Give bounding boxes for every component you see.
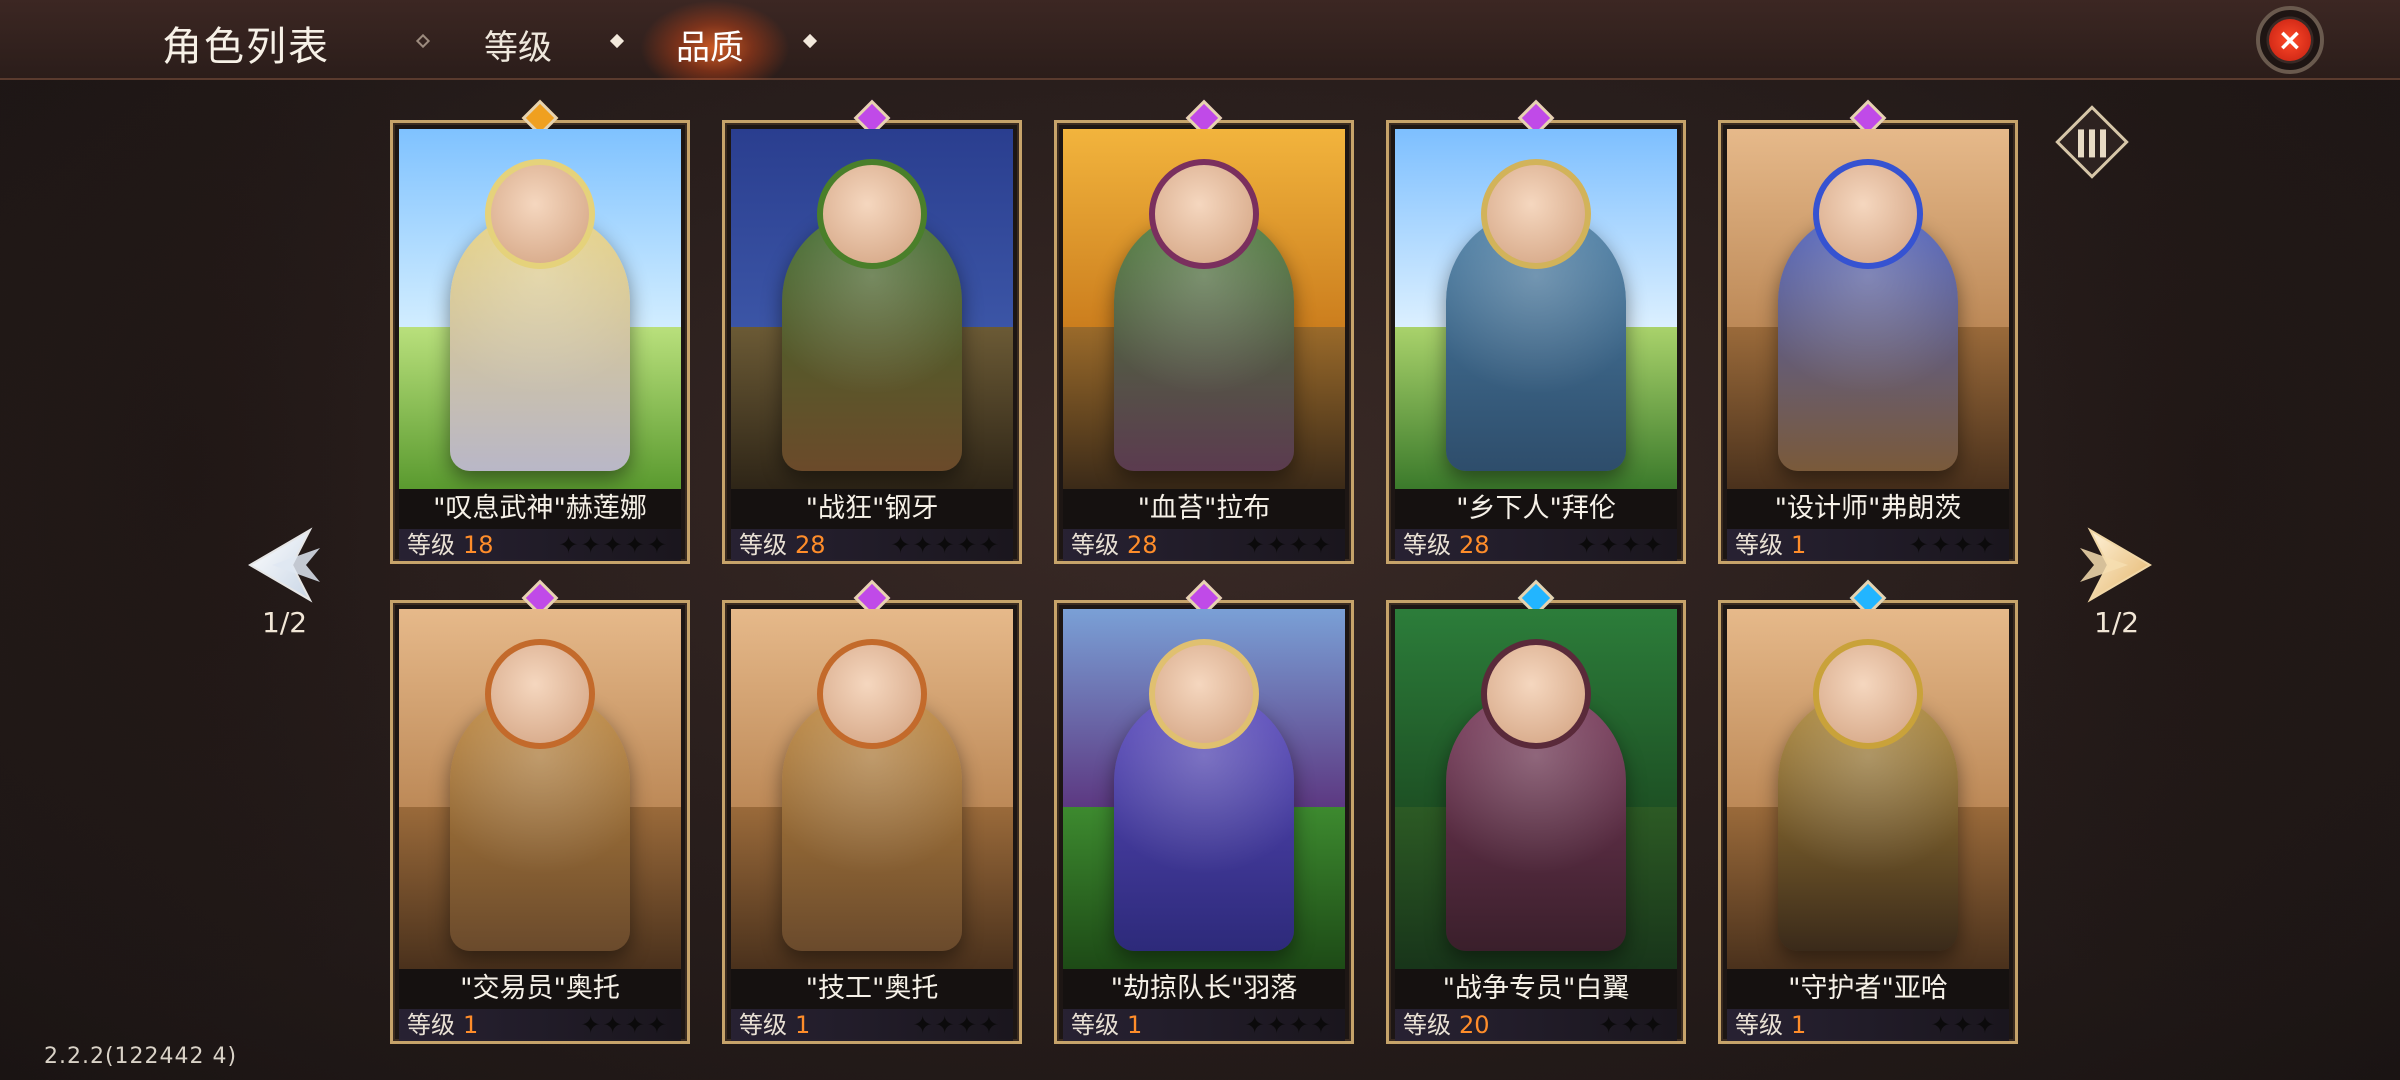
star-rating: ✦✦✦✦: [1576, 531, 1665, 559]
character-name: "交易员"奥托: [399, 969, 681, 1009]
level-label: 等级: [739, 1011, 787, 1039]
tab-separator: [609, 33, 625, 49]
next-page-arrow-icon[interactable]: [2070, 520, 2160, 610]
star-rating: ✦✦✦✦: [912, 1011, 1001, 1039]
character-card[interactable]: "血苔"拉布 等级 28 ✦✦✦✦: [1054, 99, 1354, 564]
star-rating: ✦✦✦✦: [1908, 531, 1997, 559]
level-value: 1: [795, 1011, 811, 1039]
level-label: 等级: [1403, 531, 1451, 559]
page-title: 角色列表: [162, 24, 330, 70]
level-label: 等级: [1071, 531, 1119, 559]
character-card[interactable]: "设计师"弗朗茨 等级 1 ✦✦✦✦: [1718, 99, 2018, 564]
character-card[interactable]: "战争专员"白翼 等级 20 ✦✦✦: [1386, 579, 1686, 1044]
star-rating: ✦✦✦✦: [580, 1011, 669, 1039]
filter-icon: [2078, 129, 2106, 158]
character-meta: 等级 1 ✦✦✦✦: [1727, 529, 2009, 561]
level-label: 等级: [1403, 1011, 1451, 1039]
character-name: "设计师"弗朗茨: [1727, 489, 2009, 529]
character-portrait: [1063, 129, 1345, 489]
character-card[interactable]: "叹息武神"赫莲娜 等级 18 ✦✦✦✦✦: [390, 99, 690, 564]
star-rating: ✦✦✦✦: [1244, 1011, 1333, 1039]
star-rating: ✦✦✦: [1598, 1011, 1665, 1039]
character-name: "乡下人"拜伦: [1395, 489, 1677, 529]
character-name: "血苔"拉布: [1063, 489, 1345, 529]
star-rating: ✦✦✦✦✦: [890, 531, 1001, 559]
star-rating: ✦✦✦✦✦: [558, 531, 669, 559]
character-portrait: [399, 609, 681, 969]
background-right: [2000, 80, 2400, 1060]
character-meta: 等级 18 ✦✦✦✦✦: [399, 529, 681, 561]
character-name: "战狂"钢牙: [731, 489, 1013, 529]
character-portrait: [731, 609, 1013, 969]
close-icon: ×: [2269, 19, 2311, 61]
background-left: [0, 80, 400, 1060]
level-label: 等级: [1735, 1011, 1783, 1039]
top-bar: 角色列表 等级 品质 ×: [0, 0, 2400, 80]
character-meta: 等级 28 ✦✦✦✦✦: [731, 529, 1013, 561]
character-meta: 等级 20 ✦✦✦: [1395, 1009, 1677, 1041]
version-label: 2.2.2(122442 4): [44, 1044, 238, 1069]
level-label: 等级: [407, 1011, 455, 1039]
character-meta: 等级 28 ✦✦✦✦: [1395, 529, 1677, 561]
character-meta: 等级 1 ✦✦✦✦: [731, 1009, 1013, 1041]
tab-level[interactable]: 等级: [484, 20, 552, 69]
level-value: 28: [1459, 531, 1490, 559]
tab-quality[interactable]: 品质: [676, 20, 744, 69]
character-name: "守护者"亚哈: [1727, 969, 2009, 1009]
star-rating: ✦✦✦: [1930, 1011, 1997, 1039]
tab-separator: [415, 33, 431, 49]
character-name: "战争专员"白翼: [1395, 969, 1677, 1009]
character-meta: 等级 1 ✦✦✦✦: [399, 1009, 681, 1041]
character-meta: 等级 1 ✦✦✦: [1727, 1009, 2009, 1041]
level-label: 等级: [1735, 531, 1783, 559]
character-portrait: [1063, 609, 1345, 969]
level-value: 1: [1127, 1011, 1143, 1039]
page-indicator-right: 1/2: [2094, 606, 2140, 639]
level-value: 18: [463, 531, 494, 559]
level-value: 1: [1791, 1011, 1807, 1039]
tab-separator: [802, 33, 818, 49]
character-portrait: [731, 129, 1013, 489]
character-portrait: [1395, 129, 1677, 489]
character-card[interactable]: "乡下人"拜伦 等级 28 ✦✦✦✦: [1386, 99, 1686, 564]
character-portrait: [1727, 129, 2009, 489]
character-portrait: [1395, 609, 1677, 969]
level-label: 等级: [739, 531, 787, 559]
character-portrait: [399, 129, 681, 489]
page-indicator-left: 1/2: [262, 606, 308, 639]
star-rating: ✦✦✦✦: [1244, 531, 1333, 559]
level-label: 等级: [407, 531, 455, 559]
character-meta: 等级 28 ✦✦✦✦: [1063, 529, 1345, 561]
character-card[interactable]: "技工"奥托 等级 1 ✦✦✦✦: [722, 579, 1022, 1044]
previous-page-arrow-icon[interactable]: [240, 520, 330, 610]
level-value: 28: [795, 531, 826, 559]
character-name: "劫掠队长"羽落: [1063, 969, 1345, 1009]
character-name: "叹息武神"赫莲娜: [399, 489, 681, 529]
character-card[interactable]: "守护者"亚哈 等级 1 ✦✦✦: [1718, 579, 2018, 1044]
level-value: 1: [1791, 531, 1807, 559]
character-portrait: [1727, 609, 2009, 969]
level-label: 等级: [1071, 1011, 1119, 1039]
character-card[interactable]: "交易员"奥托 等级 1 ✦✦✦✦: [390, 579, 690, 1044]
close-button[interactable]: ×: [2256, 6, 2324, 74]
level-value: 20: [1459, 1011, 1490, 1039]
character-meta: 等级 1 ✦✦✦✦: [1063, 1009, 1345, 1041]
level-value: 1: [463, 1011, 479, 1039]
character-name: "技工"奥托: [731, 969, 1013, 1009]
level-value: 28: [1127, 531, 1158, 559]
character-card[interactable]: "劫掠队长"羽落 等级 1 ✦✦✦✦: [1054, 579, 1354, 1044]
character-card[interactable]: "战狂"钢牙 等级 28 ✦✦✦✦✦: [722, 99, 1022, 564]
